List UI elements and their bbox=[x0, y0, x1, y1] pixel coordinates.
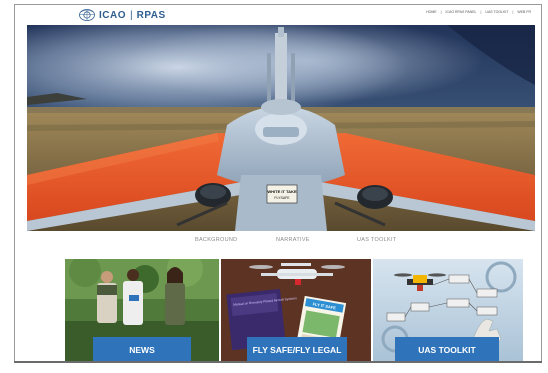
top-link-sep: | bbox=[480, 10, 482, 14]
frame-bottom-edge bbox=[14, 361, 542, 363]
top-links: HOME | ICAO RPAS PANEL | UAS TOOLKIT | W… bbox=[426, 10, 531, 14]
brand-icao: ICAO bbox=[99, 9, 126, 21]
feature-tiles: NEWS Manual on Remotely Piloted Aircraft… bbox=[65, 259, 523, 363]
brand-rpas: RPAS bbox=[136, 9, 166, 21]
tile-fly-safe[interactable]: Manual on Remotely Piloted Aircraft Syst… bbox=[221, 259, 371, 363]
top-link-sep: | bbox=[512, 10, 514, 14]
tile-news[interactable]: NEWS bbox=[65, 259, 219, 363]
page-frame: ICAO | RPAS HOME | ICAO RPAS PANEL | UAS… bbox=[14, 4, 542, 363]
top-link-lang[interactable]: WEB FR bbox=[517, 10, 531, 14]
top-link-sep: | bbox=[440, 10, 442, 14]
menu-item-narrative[interactable]: NARRATIVE bbox=[276, 237, 310, 243]
fly-safe-button[interactable]: FLY SAFE/FLY LEGAL bbox=[247, 337, 347, 363]
menu-item-background[interactable]: BACKGROUND bbox=[195, 237, 237, 243]
drone-plate-sub: FLYSAFE bbox=[274, 196, 290, 200]
news-button[interactable]: NEWS bbox=[93, 337, 191, 363]
top-bar: ICAO | RPAS HOME | ICAO RPAS PANEL | UAS… bbox=[15, 5, 541, 25]
menu-item-uas-toolkit[interactable]: UAS TOOLKIT bbox=[357, 237, 396, 243]
hero-drone-image: WHITE IT TAKE FLYSAFE bbox=[27, 25, 535, 231]
tile-uas-toolkit[interactable]: UAS TOOLKIT bbox=[373, 259, 523, 363]
drone-plate-text: WHITE IT TAKE bbox=[267, 189, 297, 194]
icao-emblem-icon bbox=[79, 9, 95, 21]
uas-toolkit-button[interactable]: UAS TOOLKIT bbox=[395, 337, 499, 363]
top-link-home[interactable]: HOME bbox=[426, 10, 437, 14]
site-logo[interactable]: ICAO | RPAS bbox=[79, 9, 166, 21]
hero-banner: WHITE IT TAKE FLYSAFE bbox=[27, 25, 535, 231]
top-link-panel[interactable]: ICAO RPAS PANEL bbox=[446, 10, 477, 14]
section-menu: BACKGROUND NARRATIVE UAS TOOLKIT bbox=[15, 237, 541, 251]
brand-separator: | bbox=[130, 9, 133, 21]
top-link-toolkit[interactable]: UAS TOOLKIT bbox=[485, 10, 508, 14]
